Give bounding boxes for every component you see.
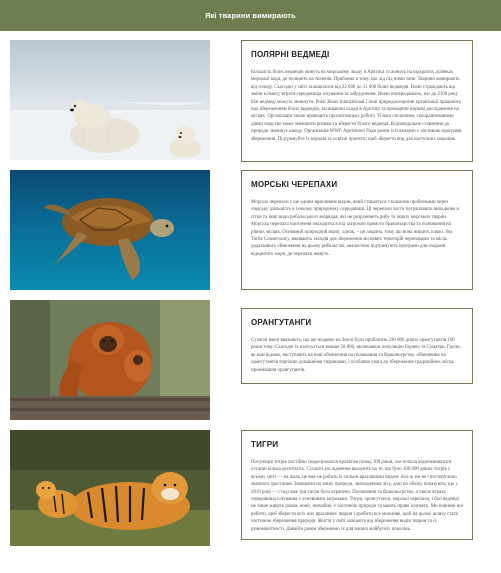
section-polar-bears: ПОЛЯРНІ ВЕДМЕДІ Більшість білих ведмедів… [0, 40, 501, 162]
polar-bears-card: ПОЛЯРНІ ВЕДМЕДІ Більшість білих ведмедів… [241, 40, 473, 162]
section-text: Сучасні вчені вважають, що ще недавно на… [251, 338, 461, 373]
tigers-card: ТИГРИ Популяція тигрів постійно скорочув… [241, 430, 473, 540]
section-title: МОРСЬКІ ЧЕРЕПАХИ [251, 180, 338, 189]
section-title: ОРАНГУТАНГИ [251, 318, 312, 327]
polar-bears-photo [10, 40, 210, 160]
sea-turtle-photo [10, 170, 210, 290]
section-title: ТИГРИ [251, 440, 279, 449]
sea-turtles-card: МОРСЬКІ ЧЕРЕПАХИ Морські черепахи є ще о… [241, 170, 473, 290]
orangutans-card: ОРАНГУТАНГИ Сучасні вчені вважають, що щ… [241, 308, 473, 384]
section-title: ПОЛЯРНІ ВЕДМЕДІ [251, 50, 330, 59]
section-text: Морські черепахи є ще одним вразливим ви… [251, 200, 459, 257]
section-text: Більшість білих ведмедів живуть на морсь… [251, 70, 462, 142]
section-text: Популяція тигрів постійно скорочувалася … [251, 460, 464, 532]
section-orangutans: ОРАНГУТАНГИ Сучасні вчені вважають, що щ… [0, 300, 501, 422]
tigers-photo [10, 430, 210, 546]
page-title: Які тварини вимирають [205, 11, 296, 20]
section-sea-turtles: МОРСЬКІ ЧЕРЕПАХИ Морські черепахи є ще о… [0, 170, 501, 292]
page-header: Які тварини вимирають [0, 0, 501, 31]
section-tigers: ТИГРИ Популяція тигрів постійно скорочув… [0, 430, 501, 570]
orangutans-photo [10, 300, 210, 420]
